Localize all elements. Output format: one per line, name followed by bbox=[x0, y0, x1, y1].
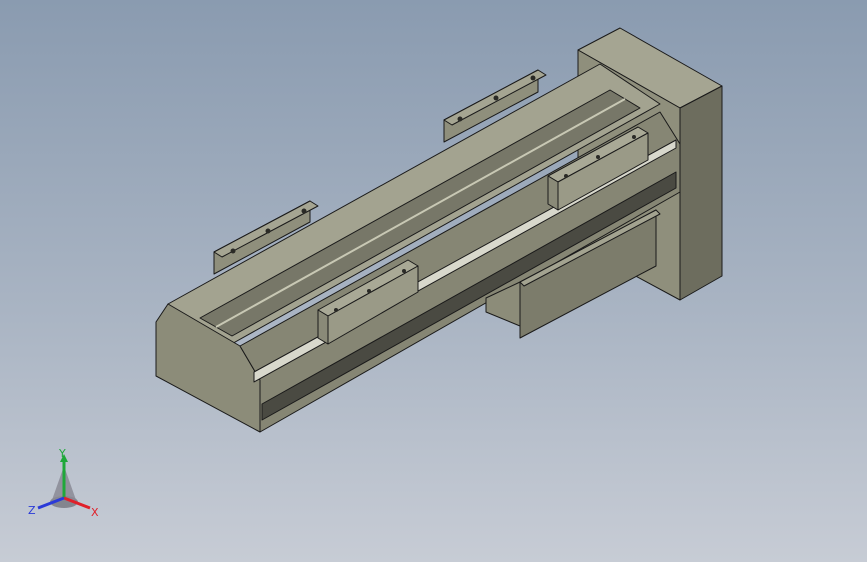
carriage-hole bbox=[334, 308, 338, 312]
carriage-rear-face bbox=[547, 175, 559, 211]
end-block-side bbox=[679, 85, 723, 301]
mount-hole bbox=[301, 208, 307, 214]
carriage-hole bbox=[596, 155, 600, 159]
z-axis-label: Z bbox=[28, 504, 36, 517]
carriage-front-face bbox=[317, 309, 329, 345]
mount-hole bbox=[230, 248, 236, 254]
mount-hole bbox=[265, 228, 271, 234]
y-axis-label: Y bbox=[58, 447, 66, 460]
mount-hole bbox=[493, 95, 499, 101]
mount-hole bbox=[530, 75, 536, 81]
carriage-hole bbox=[632, 135, 636, 139]
graphics-viewport[interactable]: Y X Z bbox=[0, 0, 867, 562]
x-axis-label: X bbox=[91, 506, 99, 519]
carriage-hole bbox=[367, 289, 371, 293]
mount-hole bbox=[457, 116, 463, 122]
carriage-hole bbox=[402, 269, 406, 273]
orientation-triad[interactable]: Y X Z bbox=[24, 446, 104, 526]
carriage-hole bbox=[564, 174, 568, 178]
linear-actuator-model[interactable] bbox=[0, 0, 867, 562]
